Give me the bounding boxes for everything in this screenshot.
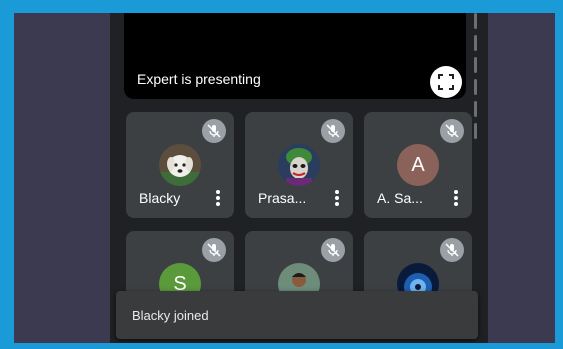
participant-name: Blacky — [139, 190, 181, 206]
fullscreen-icon — [438, 74, 454, 90]
more-options-icon[interactable] — [216, 190, 220, 206]
mic-off-indicator — [202, 119, 226, 143]
participant-tile-1[interactable]: Blacky — [126, 112, 234, 218]
avatar-letter: A — [397, 144, 439, 186]
mic-off-indicator — [440, 238, 464, 262]
joker-photo-icon — [278, 144, 320, 186]
mic-off-icon — [207, 124, 221, 138]
avatar — [278, 144, 320, 186]
presenting-label: Expert is presenting — [137, 71, 261, 87]
fullscreen-button[interactable] — [430, 66, 462, 98]
meeting-view: Expert is presenting Blacky Prasa... A A… — [110, 13, 488, 343]
mic-off-icon — [445, 243, 459, 257]
mic-off-indicator — [321, 119, 345, 143]
scrollbar[interactable] — [474, 13, 477, 151]
toast-message: Blacky joined — [132, 308, 209, 323]
more-options-icon[interactable] — [454, 190, 458, 206]
mic-off-indicator — [440, 119, 464, 143]
mic-off-indicator — [202, 238, 226, 262]
participant-name: Prasa... — [258, 190, 307, 206]
more-options-icon[interactable] — [335, 190, 339, 206]
presentation-area: Expert is presenting — [124, 13, 466, 99]
joined-toast: Blacky joined — [116, 291, 478, 339]
mic-off-icon — [445, 124, 459, 138]
dog-photo-icon — [159, 144, 201, 186]
mic-off-indicator — [321, 238, 345, 262]
mic-off-icon — [207, 243, 221, 257]
participant-name: A. Sa... — [377, 190, 423, 206]
mic-off-icon — [326, 243, 340, 257]
avatar — [159, 144, 201, 186]
window-frame: Expert is presenting Blacky Prasa... A A… — [14, 13, 555, 343]
participant-tile-3[interactable]: A A. Sa... — [364, 112, 472, 218]
participant-tile-2[interactable]: Prasa... — [245, 112, 353, 218]
mic-off-icon — [326, 124, 340, 138]
